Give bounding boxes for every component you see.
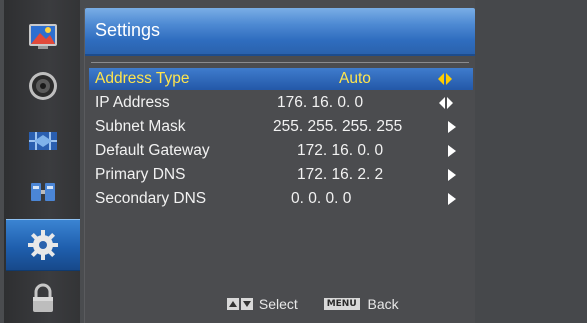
sidebar-item-settings[interactable] — [6, 219, 80, 271]
background-area — [475, 0, 587, 323]
title-divider — [91, 62, 469, 63]
sidebar-item-audio[interactable] — [14, 62, 72, 110]
up-arrow-key-icon — [227, 298, 239, 311]
lock-icon — [33, 283, 53, 312]
settings-panel: Settings Address Type Auto IP Address 17… — [84, 8, 475, 323]
row-value: 255. 255. 255. 255 — [273, 118, 403, 135]
channel-icon — [29, 132, 57, 150]
row-label: Default Gateway — [95, 142, 210, 159]
row-value: 176. 16. 0. 0 — [277, 94, 364, 111]
tv-screen: Settings Address Type Auto IP Address 17… — [0, 0, 587, 323]
menu-row-secondary-dns[interactable]: Secondary DNS 0. 0. 0. 0 — [85, 188, 475, 210]
right-arrow-icon — [445, 144, 459, 158]
footer-hints: Select MENU Back — [227, 296, 399, 312]
row-label: IP Address — [95, 94, 170, 111]
menu-key-badge: MENU — [323, 298, 360, 311]
sidebar-item-lock[interactable] — [14, 275, 72, 323]
timer-icon — [31, 183, 55, 201]
picture-icon — [29, 24, 57, 49]
right-arrow-icon — [445, 120, 459, 134]
row-label: Address Type — [95, 70, 190, 87]
menu-row-subnet-mask[interactable]: Subnet Mask 255. 255. 255. 255 — [85, 116, 475, 138]
settings-gear-icon — [28, 230, 58, 260]
right-arrow-icon — [445, 192, 459, 206]
sidebar-item-channel[interactable] — [14, 117, 72, 165]
sidebar-item-picture[interactable] — [14, 12, 72, 60]
select-hint-label: Select — [258, 296, 298, 312]
row-label: Primary DNS — [95, 166, 186, 183]
left-right-arrow-icon — [438, 72, 452, 86]
row-label: Secondary DNS — [95, 190, 207, 207]
left-right-arrow-icon — [439, 96, 453, 110]
title-bar: Settings — [85, 8, 475, 56]
row-value: 172. 16. 0. 0 — [297, 142, 384, 159]
row-value: Auto — [339, 70, 371, 87]
down-arrow-key-icon — [241, 298, 253, 311]
row-value: 172. 16. 2. 2 — [297, 166, 384, 183]
row-value: 0. 0. 0. 0 — [291, 190, 352, 207]
right-arrow-icon — [445, 168, 459, 182]
menu-row-default-gateway[interactable]: Default Gateway 172. 16. 0. 0 — [85, 140, 475, 162]
back-hint-label: Back — [367, 296, 399, 312]
page-title: Settings — [95, 20, 161, 40]
menu-row-address-type[interactable]: Address Type Auto — [89, 68, 473, 90]
audio-icon — [29, 72, 57, 100]
menu-row-primary-dns[interactable]: Primary DNS 172. 16. 2. 2 — [85, 164, 475, 186]
row-label: Subnet Mask — [95, 118, 186, 135]
sidebar-menu — [4, 0, 80, 323]
menu-row-ip-address[interactable]: IP Address 176. 16. 0. 0 — [85, 92, 475, 114]
sidebar-item-timer[interactable] — [14, 167, 72, 215]
